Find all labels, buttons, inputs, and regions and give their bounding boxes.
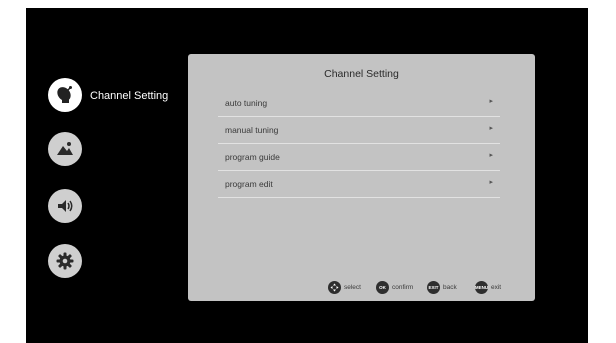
chevron-right-icon: ▸ bbox=[489, 98, 493, 105]
hint-label: select bbox=[344, 284, 361, 291]
sidebar-item-sound[interactable] bbox=[48, 189, 82, 223]
picture-icon bbox=[55, 139, 75, 159]
menu-key-icon: MENU bbox=[475, 281, 488, 294]
menu-item-manual-tuning[interactable]: manual tuning ▸ bbox=[218, 116, 500, 144]
menu-item-label: manual tuning bbox=[225, 125, 279, 135]
tv-screen: Channel Setting Channel Setting auto tun… bbox=[26, 8, 588, 343]
chevron-right-icon: ▸ bbox=[489, 152, 493, 159]
hint-label: exit bbox=[491, 284, 502, 291]
exit-key-icon: EXIT bbox=[427, 281, 440, 294]
satellite-dish-icon bbox=[54, 84, 76, 106]
menu-item-label: program guide bbox=[225, 152, 280, 162]
sidebar-item-label: Channel Setting bbox=[90, 90, 169, 102]
dpad-icon bbox=[328, 281, 341, 294]
sidebar-item-picture[interactable] bbox=[48, 132, 82, 166]
menu-item-program-guide[interactable]: program guide ▸ bbox=[218, 143, 500, 171]
speaker-icon bbox=[55, 196, 75, 216]
sidebar-item-settings[interactable] bbox=[48, 244, 82, 278]
menu-item-label: program edit bbox=[225, 179, 273, 189]
panel-title: Channel Setting bbox=[324, 68, 399, 80]
menu-item-label: auto tuning bbox=[225, 98, 268, 108]
ok-key-icon: OK bbox=[376, 281, 389, 294]
gear-icon bbox=[55, 251, 75, 271]
hint-back: EXIT back bbox=[427, 281, 457, 294]
sidebar-item-channel-setting[interactable] bbox=[48, 78, 82, 112]
menu-item-auto-tuning[interactable]: auto tuning ▸ bbox=[218, 89, 500, 117]
channel-setting-panel: Channel Setting auto tuning ▸ manual tun… bbox=[188, 54, 535, 301]
hint-exit: MENU exit bbox=[475, 281, 501, 294]
menu-item-program-edit[interactable]: program edit ▸ bbox=[218, 170, 500, 198]
hint-confirm: OK confirm bbox=[376, 281, 413, 294]
chevron-right-icon: ▸ bbox=[489, 179, 493, 186]
chevron-right-icon: ▸ bbox=[489, 125, 493, 132]
hint-select: select bbox=[328, 281, 361, 294]
hint-label: back bbox=[443, 284, 457, 291]
hint-label: confirm bbox=[392, 284, 414, 291]
